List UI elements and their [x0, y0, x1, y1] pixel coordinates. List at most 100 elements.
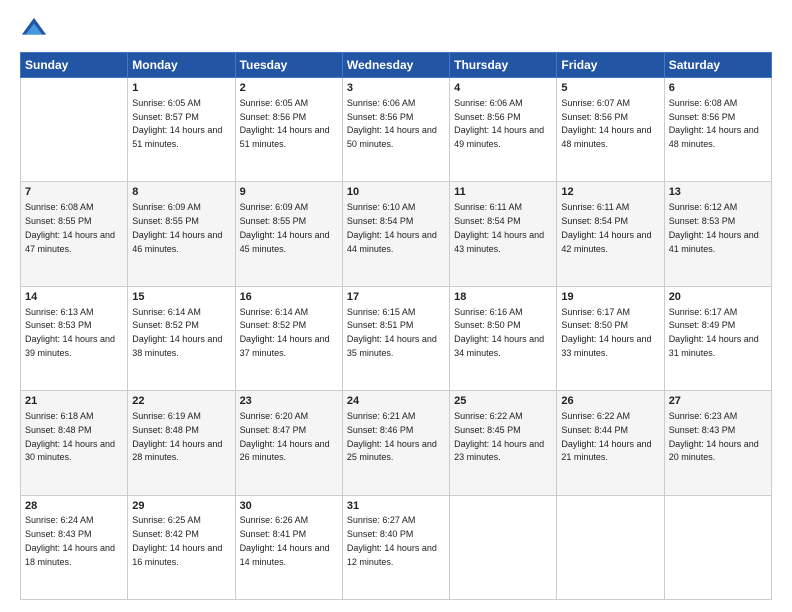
sunset: Sunset: 8:41 PM [240, 529, 307, 539]
sunrise: Sunrise: 6:22 AM [454, 411, 523, 421]
sunset: Sunset: 8:56 PM [347, 112, 414, 122]
calendar-cell: 8Sunrise: 6:09 AMSunset: 8:55 PMDaylight… [128, 182, 235, 286]
sunset: Sunset: 8:56 PM [240, 112, 307, 122]
sunset: Sunset: 8:50 PM [561, 320, 628, 330]
calendar-cell: 28Sunrise: 6:24 AMSunset: 8:43 PMDayligh… [21, 495, 128, 599]
sunset: Sunset: 8:56 PM [669, 112, 736, 122]
day-number: 15 [132, 290, 230, 305]
sunrise: Sunrise: 6:09 AM [240, 202, 309, 212]
daylight: Daylight: 14 hours and 20 minutes. [669, 439, 759, 463]
daylight: Daylight: 14 hours and 30 minutes. [25, 439, 115, 463]
sunset: Sunset: 8:47 PM [240, 425, 307, 435]
calendar-cell: 1Sunrise: 6:05 AMSunset: 8:57 PMDaylight… [128, 78, 235, 182]
calendar-cell [557, 495, 664, 599]
sunrise: Sunrise: 6:11 AM [454, 202, 522, 212]
daylight: Daylight: 14 hours and 16 minutes. [132, 543, 222, 567]
daylight: Daylight: 14 hours and 48 minutes. [669, 125, 759, 149]
daylight: Daylight: 14 hours and 39 minutes. [25, 334, 115, 358]
day-number: 5 [561, 81, 659, 96]
calendar-cell: 25Sunrise: 6:22 AMSunset: 8:45 PMDayligh… [450, 391, 557, 495]
day-number: 21 [25, 394, 123, 409]
sunrise: Sunrise: 6:09 AM [132, 202, 201, 212]
calendar-cell: 20Sunrise: 6:17 AMSunset: 8:49 PMDayligh… [664, 286, 771, 390]
calendar-cell: 12Sunrise: 6:11 AMSunset: 8:54 PMDayligh… [557, 182, 664, 286]
sunrise: Sunrise: 6:22 AM [561, 411, 630, 421]
day-number: 31 [347, 499, 445, 514]
sunset: Sunset: 8:57 PM [132, 112, 199, 122]
day-number: 3 [347, 81, 445, 96]
sunrise: Sunrise: 6:06 AM [347, 98, 416, 108]
daylight: Daylight: 14 hours and 42 minutes. [561, 230, 651, 254]
calendar-cell: 2 Sunrise: 6:05 AM Sunset: 8:56 PM Daylight… [235, 78, 342, 182]
sunrise: Sunrise: 6:24 AM [25, 515, 94, 525]
day-number: 9 [240, 185, 338, 200]
sunrise: Sunrise: 6:12 AM [669, 202, 738, 212]
day-number: 7 [25, 185, 123, 200]
calendar-cell: 6Sunrise: 6:08 AMSunset: 8:56 PMDaylight… [664, 78, 771, 182]
day-number: 26 [561, 394, 659, 409]
day-number: 6 [669, 81, 767, 96]
calendar-cell [21, 78, 128, 182]
calendar-cell: 5Sunrise: 6:07 AMSunset: 8:56 PMDaylight… [557, 78, 664, 182]
daylight: Daylight: 14 hours and 33 minutes. [561, 334, 651, 358]
calendar-cell: 4Sunrise: 6:06 AMSunset: 8:56 PMDaylight… [450, 78, 557, 182]
calendar-cell: 7Sunrise: 6:08 AMSunset: 8:55 PMDaylight… [21, 182, 128, 286]
calendar-week-1: 1Sunrise: 6:05 AMSunset: 8:57 PMDaylight… [21, 78, 772, 182]
daylight: Daylight: 14 hours and 31 minutes. [669, 334, 759, 358]
sunset: Sunset: 8:44 PM [561, 425, 628, 435]
calendar-cell: 11Sunrise: 6:11 AMSunset: 8:54 PMDayligh… [450, 182, 557, 286]
day-number: 10 [347, 185, 445, 200]
sunset: Sunset: 8:56 PM [561, 112, 628, 122]
sunset: Sunset: 8:42 PM [132, 529, 199, 539]
calendar-cell: 16Sunrise: 6:14 AMSunset: 8:52 PMDayligh… [235, 286, 342, 390]
sunrise: Sunrise: 6:05 AM [240, 98, 309, 108]
sunrise: Sunrise: 6:26 AM [240, 515, 309, 525]
sunset: Sunset: 8:55 PM [132, 216, 199, 226]
daylight: Daylight: 14 hours and 26 minutes. [240, 439, 330, 463]
day-number: 19 [561, 290, 659, 305]
calendar-week-5: 28Sunrise: 6:24 AMSunset: 8:43 PMDayligh… [21, 495, 772, 599]
sunset: Sunset: 8:53 PM [25, 320, 92, 330]
sunrise: Sunrise: 6:18 AM [25, 411, 94, 421]
day-number: 2 [240, 81, 338, 96]
calendar-cell [664, 495, 771, 599]
daylight: Daylight: 14 hours and 25 minutes. [347, 439, 437, 463]
calendar-cell: 31Sunrise: 6:27 AMSunset: 8:40 PMDayligh… [342, 495, 449, 599]
daylight: Daylight: 14 hours and 43 minutes. [454, 230, 544, 254]
day-number: 22 [132, 394, 230, 409]
sunrise: Sunrise: 6:05 AM [132, 98, 201, 108]
calendar-header: SundayMondayTuesdayWednesdayThursdayFrid… [21, 53, 772, 78]
day-number: 24 [347, 394, 445, 409]
sunset: Sunset: 8:53 PM [669, 216, 736, 226]
daylight: Daylight: 14 hours and 45 minutes. [240, 230, 330, 254]
sunset: Sunset: 8:55 PM [240, 216, 307, 226]
sunset: Sunset: 8:52 PM [132, 320, 199, 330]
sunrise: Sunrise: 6:08 AM [25, 202, 94, 212]
day-number: 11 [454, 185, 552, 200]
sunrise: Sunrise: 6:25 AM [132, 515, 201, 525]
calendar: SundayMondayTuesdayWednesdayThursdayFrid… [20, 52, 772, 600]
daylight: Daylight: 14 hours and 18 minutes. [25, 543, 115, 567]
day-number: 8 [132, 185, 230, 200]
daylight: Daylight: 14 hours and 51 minutes. [240, 125, 330, 149]
day-number: 14 [25, 290, 123, 305]
calendar-cell: 13Sunrise: 6:12 AMSunset: 8:53 PMDayligh… [664, 182, 771, 286]
header [20, 16, 772, 44]
day-of-week-thursday: Thursday [450, 53, 557, 78]
day-number: 12 [561, 185, 659, 200]
day-number: 27 [669, 394, 767, 409]
sunrise: Sunrise: 6:20 AM [240, 411, 309, 421]
days-header-row: SundayMondayTuesdayWednesdayThursdayFrid… [21, 53, 772, 78]
calendar-cell: 14Sunrise: 6:13 AMSunset: 8:53 PMDayligh… [21, 286, 128, 390]
calendar-week-2: 7 Sunrise: 6:08 AM Sunset: 8:55 PM Daylight… [21, 182, 772, 286]
sunrise: Sunrise: 6:15 AM [347, 307, 416, 317]
calendar-week-4: 21Sunrise: 6:18 AMSunset: 8:48 PMDayligh… [21, 391, 772, 495]
daylight: Daylight: 14 hours and 21 minutes. [561, 439, 651, 463]
day-number: 29 [132, 499, 230, 514]
day-number: 25 [454, 394, 552, 409]
daylight: Daylight: 14 hours and 44 minutes. [347, 230, 437, 254]
daylight: Daylight: 14 hours and 35 minutes. [347, 334, 437, 358]
daylight: Daylight: 14 hours and 37 minutes. [240, 334, 330, 358]
sunrise: Sunrise: 6:16 AM [454, 307, 523, 317]
sunset: Sunset: 8:46 PM [347, 425, 414, 435]
